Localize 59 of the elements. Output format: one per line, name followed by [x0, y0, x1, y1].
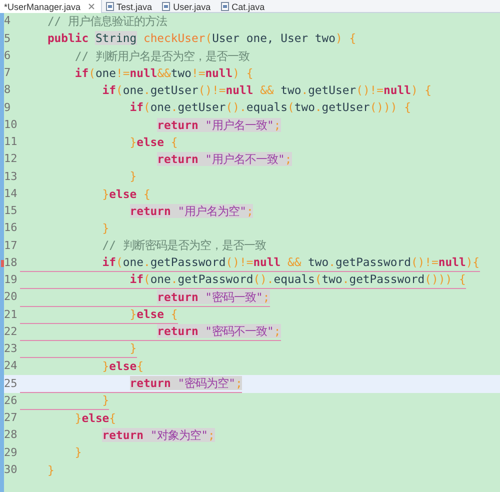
code-line: return "用户名一致"; — [157, 116, 281, 134]
line-number: 30 — [4, 462, 18, 478]
line-number: 13 — [4, 168, 18, 185]
code-line: if(one.getPassword().equals(two.getPassword())) { — [130, 271, 466, 288]
code-line: if(one.getUser().equals(two.getUser())) { — [130, 99, 411, 116]
code-line: // 用户信息验证的方法 — [47, 13, 168, 30]
line-number: 28 — [4, 427, 18, 444]
code-line: if(one!=null&&two!=null) { — [74, 64, 254, 82]
line-number: 21 — [4, 306, 18, 323]
line-number: 8 — [4, 82, 11, 98]
line-number: 11 — [4, 134, 18, 150]
code-line: // 判断密码是否为空，是否一致 — [102, 237, 266, 254]
line-number: 9 — [4, 100, 11, 116]
line-number: 24 — [4, 358, 18, 374]
line-number: 14 — [4, 186, 18, 202]
code-line: } — [47, 462, 54, 479]
code-line: }else { — [102, 186, 150, 203]
code-line: } — [102, 392, 110, 410]
code-line: }else { — [130, 306, 178, 323]
code-line: }else{ — [102, 358, 144, 375]
line-number: 16 — [4, 220, 18, 236]
file-tab[interactable]: Test.java — [102, 0, 158, 13]
line-number: 5 — [4, 30, 11, 47]
file-tab[interactable]: *UserManager.java — [0, 0, 102, 13]
code-line: return "用户名不一致"; — [157, 151, 292, 168]
code-line: if(one.getUser()!=null && two.getUser()!=null) { — [102, 82, 432, 100]
code-line: return "密码不一致"; — [157, 323, 281, 340]
code-line: public String checkUser(User one, User two) { — [47, 30, 356, 48]
line-number: 29 — [4, 444, 18, 461]
line-number: 17 — [4, 238, 18, 254]
line-number: 7 — [4, 65, 11, 82]
code-line: } — [130, 340, 137, 358]
line-number: 27 — [4, 410, 18, 426]
code-line: return "对象为空"; — [102, 427, 215, 444]
code-line: } — [130, 168, 137, 186]
code-line: } — [74, 444, 82, 462]
line-number: 22 — [4, 324, 18, 340]
code-line: return "密码为空"; — [130, 374, 242, 392]
file-tab[interactable]: Cat.java — [216, 0, 271, 13]
line-number: 4 — [4, 13, 11, 30]
code-line: // 判断用户名是否为空，是否一致 — [74, 48, 250, 65]
code-line: }else{ — [74, 410, 116, 427]
code-line: }else { — [130, 134, 178, 151]
line-number: 12 — [4, 151, 18, 168]
line-number: 18 — [4, 254, 18, 271]
code-line: } — [102, 220, 110, 238]
line-number: 25 — [4, 376, 18, 392]
line-number: 6 — [4, 48, 11, 64]
line-number: 26 — [4, 392, 18, 409]
close-icon[interactable] — [88, 3, 95, 10]
code-line: return "用户名为空"; — [130, 202, 254, 220]
code-line: return "密码一致"; — [157, 288, 270, 306]
line-number: 15 — [4, 203, 18, 220]
code-line: if(one.getPassword()!=null && two.getPassword()!=null){ — [102, 254, 480, 272]
line-number: 10 — [4, 116, 18, 133]
line-number: 19 — [4, 272, 18, 288]
file-tab[interactable]: User.java — [158, 0, 217, 13]
line-number: 20 — [4, 289, 18, 306]
line-number: 23 — [4, 341, 18, 358]
